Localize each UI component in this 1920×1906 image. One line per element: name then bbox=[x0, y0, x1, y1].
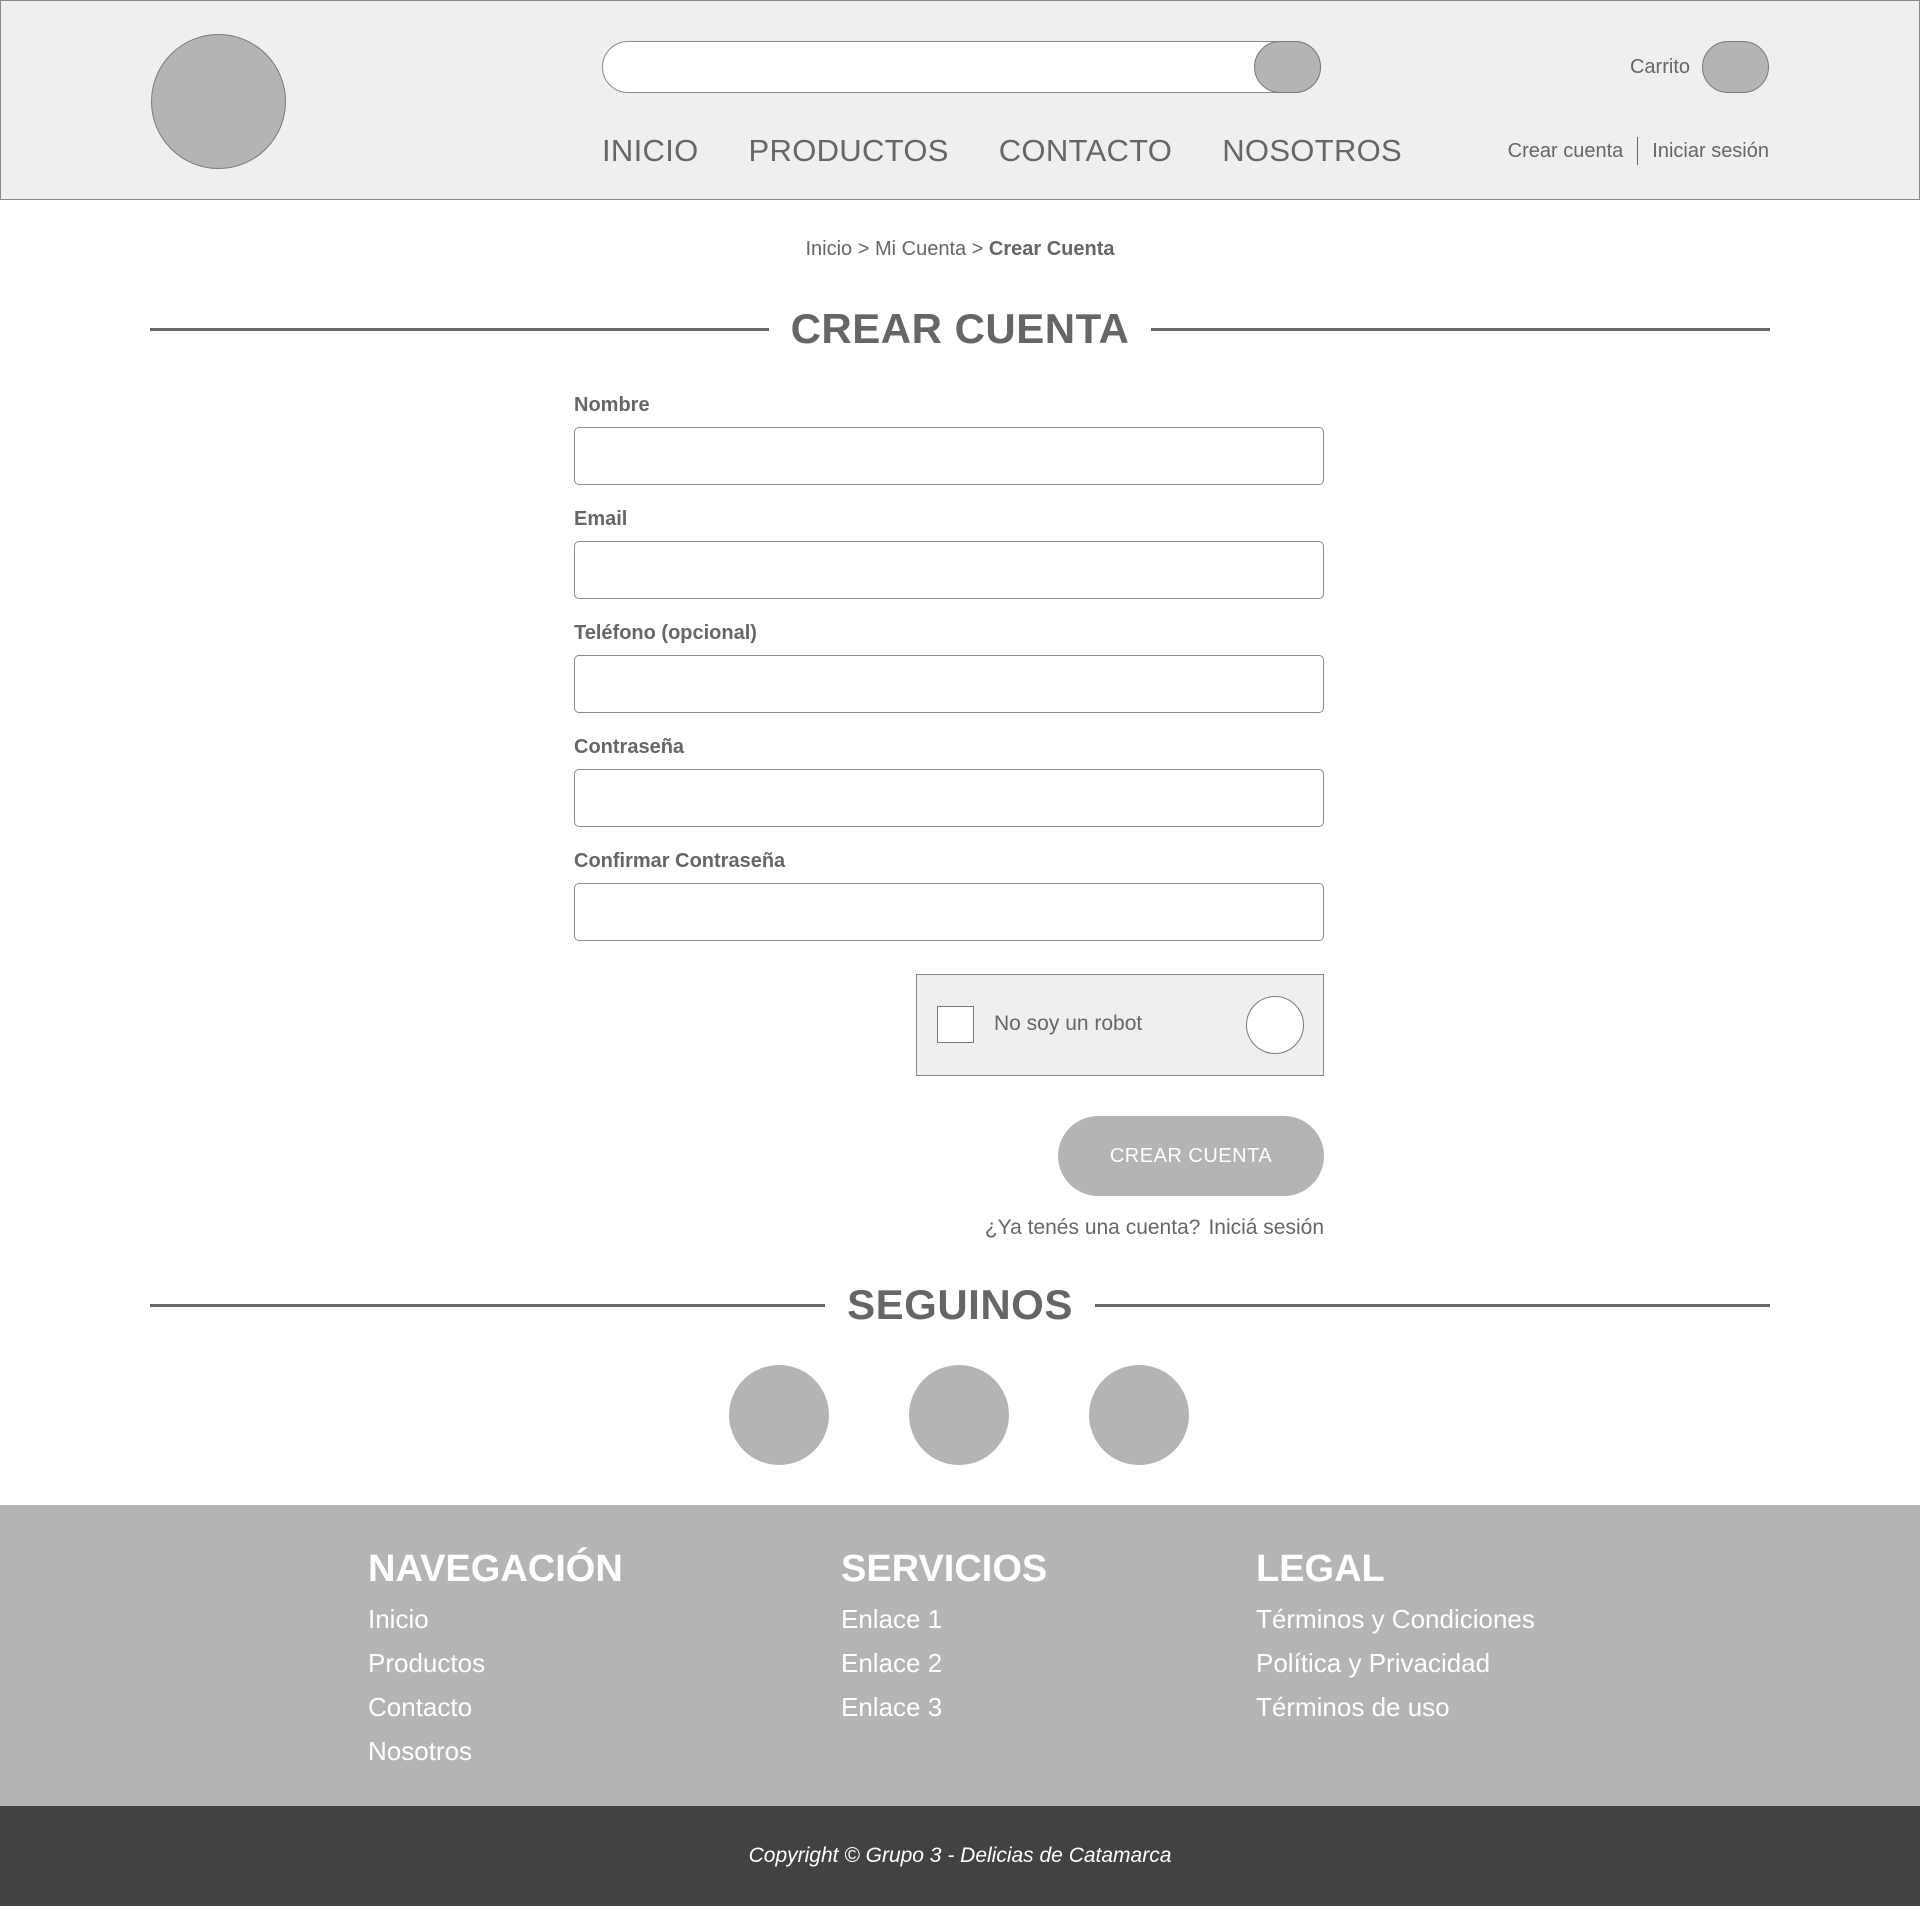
nav-item-productos[interactable]: PRODUCTOS bbox=[749, 129, 949, 173]
nav-item-contacto[interactable]: CONTACTO bbox=[999, 129, 1172, 173]
cart: Carrito bbox=[1630, 41, 1769, 93]
contrasena-input[interactable] bbox=[574, 769, 1324, 827]
telefono-input[interactable] bbox=[574, 655, 1324, 713]
footer-link-privacidad[interactable]: Política y Privacidad bbox=[1256, 1641, 1535, 1685]
follow-divider-left bbox=[150, 1303, 826, 1307]
account-links: Crear cuenta Iniciar sesión bbox=[1508, 136, 1769, 166]
footer-link-nosotros[interactable]: Nosotros bbox=[368, 1729, 623, 1773]
footer-heading-navegacion: NAVEGACIÓN bbox=[368, 1548, 623, 1590]
breadcrumb-current: Crear Cuenta bbox=[988, 238, 1115, 260]
captcha-logo-icon bbox=[1246, 996, 1304, 1054]
email-label: Email bbox=[574, 508, 628, 530]
copyright-text: Copyright © Grupo 3 - Delicias de Catama… bbox=[748, 1844, 1172, 1867]
have-account-text: ¿Ya tenés una cuenta? bbox=[984, 1216, 1201, 1239]
main-nav: INICIO PRODUCTOS CONTACTO NOSOTROS bbox=[602, 129, 1402, 173]
cart-button[interactable] bbox=[1702, 41, 1769, 93]
footer-link-productos[interactable]: Productos bbox=[368, 1641, 623, 1685]
field-telefono: Teléfono (opcional) bbox=[574, 618, 1324, 713]
social-links bbox=[729, 1365, 1189, 1465]
confirmar-contrasena-input[interactable] bbox=[574, 883, 1324, 941]
nombre-input[interactable] bbox=[574, 427, 1324, 485]
account-divider bbox=[1637, 137, 1639, 165]
confirmar-contrasena-label: Confirmar Contraseña bbox=[574, 850, 786, 872]
field-email: Email bbox=[574, 504, 1324, 599]
captcha-widget: No soy un robot bbox=[916, 974, 1324, 1076]
search-input[interactable] bbox=[623, 42, 1223, 92]
login-hint-link[interactable]: Iniciá sesión bbox=[1208, 1216, 1324, 1239]
footer-link-contacto[interactable]: Contacto bbox=[368, 1685, 623, 1729]
social-icon[interactable] bbox=[909, 1365, 1009, 1465]
cart-label: Carrito bbox=[1629, 55, 1690, 78]
footer-col-navegacion: NAVEGACIÓN Inicio Productos Contacto Nos… bbox=[368, 1545, 623, 1773]
follow-divider-right bbox=[1094, 1303, 1770, 1307]
footer-link-terminos[interactable]: Términos y Condiciones bbox=[1256, 1597, 1535, 1641]
page-title: CREAR CUENTA bbox=[790, 305, 1130, 352]
site-footer: NAVEGACIÓN Inicio Productos Contacto Nos… bbox=[0, 1505, 1920, 1806]
footer-heading-legal: LEGAL bbox=[1256, 1548, 1385, 1590]
site-header: INICIO PRODUCTOS CONTACTO NOSOTROS Carri… bbox=[0, 0, 1920, 200]
footer-link-enlace-3[interactable]: Enlace 3 bbox=[841, 1685, 1047, 1729]
field-contrasena: Contraseña bbox=[574, 732, 1324, 827]
search-bar bbox=[602, 41, 1321, 93]
breadcrumb-account[interactable]: Mi Cuenta bbox=[875, 238, 966, 260]
login-hint: ¿Ya tenés una cuenta? Iniciá sesión bbox=[985, 1216, 1324, 1240]
follow-title: SEGUINOS bbox=[847, 1281, 1073, 1328]
field-confirmar-contrasena: Confirmar Contraseña bbox=[574, 846, 1324, 941]
follow-title-row: SEGUINOS bbox=[150, 1277, 1770, 1333]
copyright-bar: Copyright © Grupo 3 - Delicias de Catama… bbox=[0, 1806, 1920, 1906]
field-nombre: Nombre bbox=[574, 390, 1324, 485]
title-divider-left bbox=[150, 327, 769, 331]
login-link[interactable]: Iniciar sesión bbox=[1652, 140, 1769, 163]
nav-item-inicio[interactable]: INICIO bbox=[602, 129, 699, 173]
nombre-label: Nombre bbox=[574, 394, 650, 416]
create-account-link[interactable]: Crear cuenta bbox=[1508, 140, 1624, 163]
contrasena-label: Contraseña bbox=[574, 736, 685, 758]
email-input[interactable] bbox=[574, 541, 1324, 599]
page-title-row: CREAR CUENTA bbox=[150, 301, 1771, 357]
nav-item-nosotros[interactable]: NOSOTROS bbox=[1222, 129, 1402, 173]
breadcrumb-home[interactable]: Inicio bbox=[805, 238, 852, 260]
captcha-label: No soy un robot bbox=[994, 1012, 1143, 1035]
breadcrumb-separator: > bbox=[852, 238, 875, 260]
create-account-form: Nombre Email Teléfono (opcional) Contras… bbox=[574, 390, 1324, 960]
footer-link-enlace-1[interactable]: Enlace 1 bbox=[841, 1597, 1047, 1641]
footer-heading-servicios: SERVICIOS bbox=[841, 1548, 1048, 1590]
logo-placeholder[interactable] bbox=[151, 34, 286, 169]
captcha-checkbox[interactable] bbox=[937, 1006, 974, 1043]
telefono-label: Teléfono (opcional) bbox=[574, 622, 757, 644]
social-icon[interactable] bbox=[1089, 1365, 1189, 1465]
title-divider-right bbox=[1151, 327, 1771, 331]
search-button[interactable] bbox=[1254, 41, 1321, 93]
social-icon[interactable] bbox=[729, 1365, 829, 1465]
breadcrumb-separator: > bbox=[966, 238, 989, 260]
footer-link-inicio[interactable]: Inicio bbox=[368, 1597, 623, 1641]
footer-col-legal: LEGAL Términos y Condiciones Política y … bbox=[1256, 1545, 1535, 1729]
create-account-button[interactable]: CREAR CUENTA bbox=[1058, 1116, 1324, 1196]
footer-link-enlace-2[interactable]: Enlace 2 bbox=[841, 1641, 1047, 1685]
breadcrumb: Inicio > Mi Cuenta > Crear Cuenta bbox=[0, 238, 1920, 261]
footer-link-terminos-uso[interactable]: Términos de uso bbox=[1256, 1685, 1535, 1729]
footer-col-servicios: SERVICIOS Enlace 1 Enlace 2 Enlace 3 bbox=[841, 1545, 1047, 1729]
